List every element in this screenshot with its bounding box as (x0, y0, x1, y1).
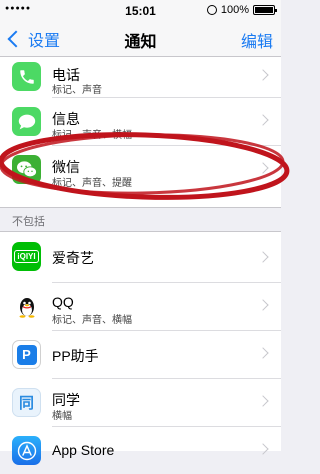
app-name: 爱奇艺 (52, 250, 94, 266)
app-row-qq[interactable]: QQ 标记、声音、横幅 (0, 282, 281, 330)
app-row-app-store[interactable]: App Store (0, 426, 281, 474)
wechat-icon (12, 155, 41, 184)
iqiyi-icon: iQIYI (12, 242, 41, 271)
edit-button[interactable]: 编辑 (241, 28, 273, 52)
chevron-right-icon (257, 347, 269, 359)
app-name: App Store (52, 442, 115, 458)
chevron-right-icon (257, 395, 269, 407)
app-detail: 标记、声音、横幅 (52, 130, 132, 141)
app-row-phone[interactable]: 电话 标记、声音 (0, 57, 281, 97)
chevron-right-icon (257, 299, 269, 311)
app-name: QQ (52, 294, 74, 310)
pp-assistant-icon: P (12, 340, 41, 369)
excluded-apps-list: iQIYI 爱奇艺 QQ 标记、声音、横幅 P PP助手 同 同学 横幅 App… (0, 231, 281, 465)
app-row-tongxue[interactable]: 同 同学 横幅 (0, 378, 281, 426)
chevron-right-icon (257, 69, 269, 81)
navigation-bar: 设置 通知 编辑 (0, 20, 281, 57)
app-store-icon (12, 436, 41, 465)
app-name: PP助手 (52, 348, 99, 364)
status-bar: ●●●●● 15:01 100% (0, 0, 281, 20)
tongxue-icon: 同 (12, 388, 41, 417)
chevron-right-icon (257, 443, 269, 455)
chevron-right-icon (257, 162, 269, 174)
app-detail: 标记、声音 (52, 85, 102, 96)
battery-icon (253, 5, 277, 15)
app-detail: 横幅 (52, 411, 72, 422)
app-row-iqiyi[interactable]: iQIYI 爱奇艺 (0, 232, 281, 282)
battery-percent: 100% (220, 4, 249, 16)
app-row-messages[interactable]: 信息 标记、声音、横幅 (0, 97, 281, 145)
back-button[interactable]: 设置 (6, 27, 60, 51)
app-row-wechat[interactable]: 微信 标记、声音、提醒 (0, 145, 281, 193)
app-detail: 标记、声音、提醒 (52, 178, 132, 189)
section-header-excluded: 不包括 (12, 216, 45, 228)
rotation-lock-icon (206, 5, 217, 15)
messages-icon (12, 107, 41, 136)
app-detail: 标记、声音、横幅 (52, 315, 132, 326)
chevron-right-icon (257, 251, 269, 263)
phone-icon (12, 62, 41, 91)
chevron-right-icon (257, 114, 269, 126)
qq-penguin-icon (12, 292, 41, 321)
notification-apps-list: 电话 标记、声音 信息 标记、声音、横幅 微信 标记、声音、提醒 (0, 57, 281, 208)
chevron-left-icon (7, 30, 25, 48)
app-row-pp-assistant[interactable]: P PP助手 (0, 330, 281, 378)
back-label: 设置 (28, 33, 61, 50)
